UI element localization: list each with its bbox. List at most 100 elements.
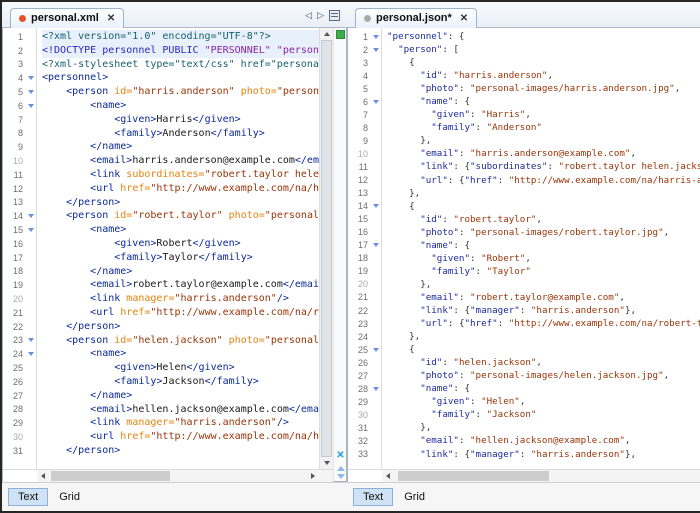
fold-toggle-icon[interactable] [373,35,379,39]
code-line[interactable]: }, [387,421,700,434]
code-line[interactable]: <url href="http://www.example.com/na/hel… [42,430,319,444]
code-line[interactable]: <name> [42,223,319,237]
code-line[interactable]: <family>Taylor</family> [42,251,319,265]
code-line[interactable]: <person id="robert.taylor" photo="person… [42,209,319,223]
code-line[interactable]: <person id="harris.anderson" photo="pers… [42,85,319,99]
code-line[interactable]: <url href="http://www.example.com/na/har… [42,182,319,196]
tab-text-mode[interactable]: Text [353,488,393,506]
scroll-right-icon[interactable] [307,470,319,482]
code-line[interactable]: "id": "helen.jackson", [387,356,700,369]
json-code-area[interactable]: "personnel": { "person": [ { "id": "harr… [382,28,700,469]
horizontal-scrollbar[interactable] [382,470,700,482]
code-line[interactable]: <given>Harris</given> [42,113,319,127]
code-line[interactable]: <family>Jackson</family> [42,375,319,389]
code-line[interactable]: "url": {"href": "http://www.example.com/… [387,174,700,187]
code-line[interactable]: <personnel> [42,71,319,85]
code-line[interactable]: "given": "Helen", [387,395,700,408]
fold-toggle-icon[interactable] [28,104,34,108]
code-line[interactable]: "family": "Taylor" [387,265,700,278]
close-tab-icon[interactable]: ✕ [107,13,115,24]
code-line[interactable]: <?xml version="1.0" encoding="UTF-8"?> [42,30,319,44]
tab-grid-mode[interactable]: Grid [50,489,89,505]
vertical-scrollbar[interactable] [319,28,333,469]
fold-toggle-icon[interactable] [373,387,379,391]
code-line[interactable]: <!DOCTYPE personnel PUBLIC "PERSONNEL" "… [42,44,319,58]
editor-list-icon[interactable] [329,10,340,21]
scroll-left-icon[interactable] [382,470,394,482]
code-line[interactable]: "photo": "personal-images/robert.taylor.… [387,226,700,239]
code-line[interactable]: <given>Helen</given> [42,361,319,375]
code-line[interactable]: <email>hellen.jackson@example.com</email… [42,403,319,417]
code-line[interactable]: <family>Anderson</family> [42,127,319,141]
code-line[interactable]: "email": "robert.taylor@example.com", [387,291,700,304]
code-line[interactable]: "given": "Robert", [387,252,700,265]
xml-code-area[interactable]: <?xml version="1.0" encoding="UTF-8"?><!… [37,28,319,469]
fold-toggle-icon[interactable] [28,338,34,342]
horizontal-scrollbar[interactable] [37,470,319,482]
scroll-up-icon[interactable] [320,28,333,40]
code-line[interactable]: "link": {"manager": "harris.anderson"}, [387,448,700,461]
code-line[interactable]: <link manager="harris.anderson"/> [42,292,319,306]
nav-back-icon[interactable]: ◁ [305,11,312,20]
nav-forward-icon[interactable]: ▷ [317,11,324,20]
previous-marker-icon[interactable] [337,466,345,471]
code-line[interactable]: </person> [42,444,319,458]
code-line[interactable]: "link": {"manager": "harris.anderson"}, [387,304,700,317]
code-line[interactable]: "photo": "personal-images/helen.jackson.… [387,369,700,382]
fold-toggle-icon[interactable] [373,48,379,52]
horizontal-scroll-thumb[interactable] [398,471,549,481]
code-line[interactable]: "name": { [387,382,700,395]
tab-personal-xml[interactable]: personal.xml ✕ [10,8,124,28]
code-line[interactable]: </name> [42,265,319,279]
code-line[interactable]: "email": "hellen.jackson@example.com", [387,434,700,447]
code-line[interactable]: "id": "harris.anderson", [387,69,700,82]
code-line[interactable]: </person> [42,320,319,334]
code-line[interactable]: <email>robert.taylor@example.com</email> [42,278,319,292]
code-line[interactable]: { [387,56,700,69]
fold-toggle-icon[interactable] [373,348,379,352]
code-line[interactable]: "email": "harris.anderson@example.com", [387,147,700,160]
code-line[interactable]: }, [387,134,700,147]
scroll-left-icon[interactable] [37,470,49,482]
fold-toggle-icon[interactable] [28,228,34,232]
tab-grid-mode[interactable]: Grid [395,489,434,505]
vertical-scroll-thumb[interactable] [321,40,332,457]
code-line[interactable]: </person> [42,196,319,210]
code-line[interactable]: { [387,343,700,356]
fold-toggle-icon[interactable] [28,90,34,94]
code-line[interactable]: "name": { [387,239,700,252]
code-line[interactable]: <name> [42,347,319,361]
next-marker-icon[interactable] [337,474,345,479]
code-line[interactable]: }, [387,278,700,291]
fold-toggle-icon[interactable] [373,100,379,104]
code-line[interactable]: }, [387,330,700,343]
fold-toggle-icon[interactable] [373,243,379,247]
code-line[interactable]: <person id="helen.jackson" photo="person… [42,334,319,348]
code-line[interactable]: "photo": "personal-images/harris.anderso… [387,82,700,95]
code-line[interactable]: <email>harris.anderson@example.com</emai… [42,154,319,168]
code-line[interactable]: "family": "Jackson" [387,408,700,421]
fold-toggle-icon[interactable] [28,76,34,80]
code-line[interactable]: "id": "robert.taylor", [387,213,700,226]
code-line[interactable]: <?xml-stylesheet type="text/css" href="p… [42,58,319,72]
close-tab-icon[interactable]: ✕ [460,13,468,24]
code-line[interactable]: "person": [ [387,43,700,56]
code-line[interactable]: "given": "Harris", [387,108,700,121]
code-line[interactable]: "personnel": { [387,30,700,43]
code-line[interactable]: </name> [42,389,319,403]
code-line[interactable]: { [387,200,700,213]
horizontal-scroll-thumb[interactable] [51,471,169,481]
clear-highlights-icon[interactable]: ✕ [335,451,346,461]
tab-personal-json[interactable]: personal.json* ✕ [355,8,477,28]
code-line[interactable]: }, [387,187,700,200]
fold-toggle-icon[interactable] [28,214,34,218]
fold-toggle-icon[interactable] [373,204,379,208]
code-line[interactable]: <given>Robert</given> [42,237,319,251]
code-line[interactable]: <link manager="harris.anderson"/> [42,416,319,430]
code-line[interactable]: "family": "Anderson" [387,121,700,134]
tab-text-mode[interactable]: Text [8,488,48,506]
scroll-down-icon[interactable] [320,457,333,469]
code-line[interactable]: </name> [42,140,319,154]
code-line[interactable]: "link": {"subordinates": "robert.taylor … [387,160,700,173]
code-line[interactable]: "url": {"href": "http://www.example.com/… [387,317,700,330]
